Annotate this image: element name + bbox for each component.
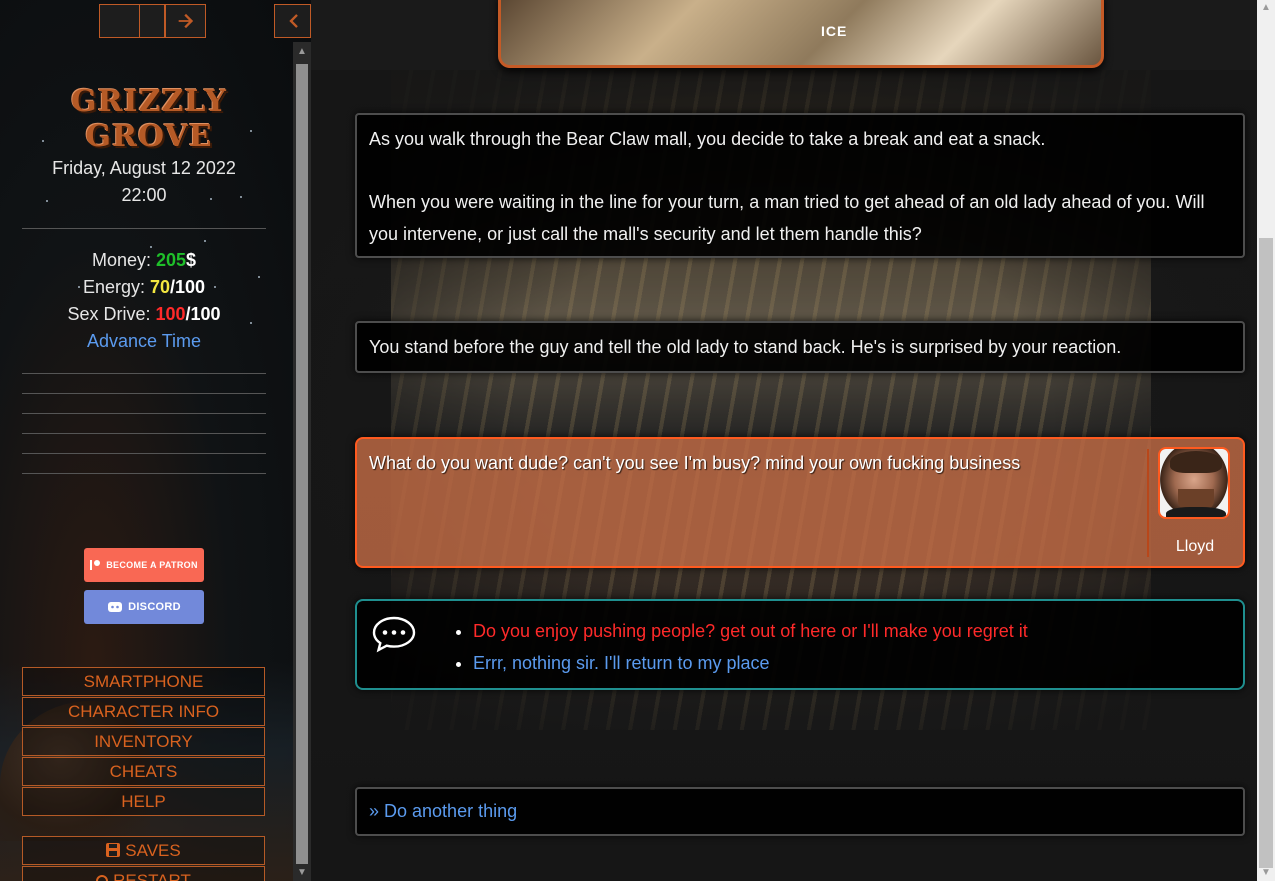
divider [22, 373, 266, 374]
saves-label: SAVES [125, 841, 181, 860]
arrow-right-icon [178, 13, 193, 29]
scene-image: ICE [498, 0, 1104, 68]
date-text: Friday, August 12 2022 [52, 158, 236, 178]
choice-box: Do you enjoy pushing people? get out of … [355, 599, 1245, 690]
floppy-disk-icon [106, 843, 121, 857]
advance-time-link[interactable]: Advance Time [87, 331, 201, 351]
do-another-thing-link[interactable]: » Do another thing [369, 801, 517, 821]
forward-button[interactable] [165, 4, 206, 38]
speech-bubble-icon [372, 616, 416, 653]
money-value: 205 [155, 250, 187, 270]
energy-label: Energy: [82, 277, 150, 297]
sex-drive-value: 100 [155, 304, 186, 324]
divider [22, 433, 266, 434]
power-icon [96, 875, 109, 881]
cheats-button[interactable]: CHEATS [22, 757, 265, 786]
main-scroll-thumb[interactable] [1259, 238, 1273, 868]
choice-item: Errr, nothing sir. I'll return to my pla… [473, 647, 1028, 679]
restart-button[interactable]: RESTART [22, 866, 265, 881]
sex-drive-max: /100 [185, 304, 221, 324]
divider [22, 473, 266, 474]
restart-label: RESTART [113, 871, 191, 881]
divider [22, 393, 266, 394]
become-a-patron-button[interactable]: BECOME A PATRON [84, 548, 204, 582]
sidebar-scrollbar[interactable]: ▲ ▼ [293, 42, 311, 881]
sidebar: ▲ ▼ GRIZZLY GROVE Friday, August 12 2022… [0, 0, 311, 881]
choice-list: Do you enjoy pushing people? get out of … [457, 615, 1028, 679]
money-unit: $ [186, 250, 197, 270]
dialogue-divider [1147, 449, 1149, 557]
main-scrollbar[interactable]: ▲ ▼ [1257, 0, 1275, 881]
main-panel: ICE As you walk through the Bear Claw ma… [311, 0, 1257, 881]
narration-paragraph: When you were waiting in the line for yo… [369, 192, 1205, 244]
sex-drive-label: Sex Drive: [67, 304, 156, 324]
patreon-label: BECOME A PATRON [106, 560, 198, 570]
time-text: 22:00 [121, 185, 167, 205]
scroll-up-icon[interactable]: ▲ [293, 44, 311, 60]
saves-button[interactable]: SAVES [22, 836, 265, 865]
energy-value: 70 [149, 277, 171, 297]
narration-box: You stand before the guy and tell the ol… [355, 321, 1245, 373]
divider [22, 413, 266, 414]
discord-icon [108, 602, 123, 612]
collapse-sidebar-button[interactable] [274, 4, 311, 38]
energy-max: /100 [170, 277, 206, 297]
scroll-up-icon[interactable]: ▲ [1257, 0, 1275, 16]
dialogue-text: What do you want dude? can't you see I'm… [369, 453, 1021, 473]
game-title: GRIZZLY GROVE [71, 84, 227, 154]
money-stat: Money: 205$ [22, 250, 266, 271]
scroll-down-icon[interactable]: ▼ [293, 865, 311, 881]
shop-sign: ICE [821, 23, 848, 39]
inventory-button[interactable]: INVENTORY [22, 727, 265, 756]
choice-intimidate-link[interactable]: Do you enjoy pushing people? get out of … [473, 621, 1028, 641]
divider [22, 453, 266, 454]
choice-item: Do you enjoy pushing people? get out of … [473, 615, 1028, 647]
speaker-avatar [1158, 447, 1230, 519]
scroll-down-icon[interactable]: ▼ [1257, 865, 1275, 881]
advance-time-row: Advance Time [22, 331, 266, 352]
money-label: Money: [91, 250, 156, 270]
narration-box: As you walk through the Bear Claw mall, … [355, 113, 1245, 258]
patreon-icon [90, 560, 101, 570]
sex-drive-stat: Sex Drive: 100/100 [22, 304, 266, 325]
speaker-name: Lloyd [1175, 538, 1215, 555]
back-button-frame [99, 4, 140, 38]
chevron-left-icon [288, 14, 298, 28]
discord-button[interactable]: DISCORD [84, 590, 204, 624]
narration-paragraph: You stand before the guy and tell the ol… [369, 337, 1122, 357]
smartphone-button[interactable]: SMARTPHONE [22, 667, 265, 696]
other-action-box: » Do another thing [355, 787, 1245, 836]
discord-label: DISCORD [128, 601, 181, 613]
choice-back-down-link[interactable]: Errr, nothing sir. I'll return to my pla… [473, 653, 770, 673]
divider [22, 228, 266, 229]
help-button[interactable]: HELP [22, 787, 265, 816]
character-info-button[interactable]: CHARACTER INFO [22, 697, 265, 726]
narration-paragraph: As you walk through the Bear Claw mall, … [369, 129, 1046, 149]
dialogue-box: What do you want dude? can't you see I'm… [355, 437, 1245, 568]
sidebar-scroll-thumb[interactable] [296, 64, 308, 864]
energy-stat: Energy: 70/100 [22, 277, 266, 298]
